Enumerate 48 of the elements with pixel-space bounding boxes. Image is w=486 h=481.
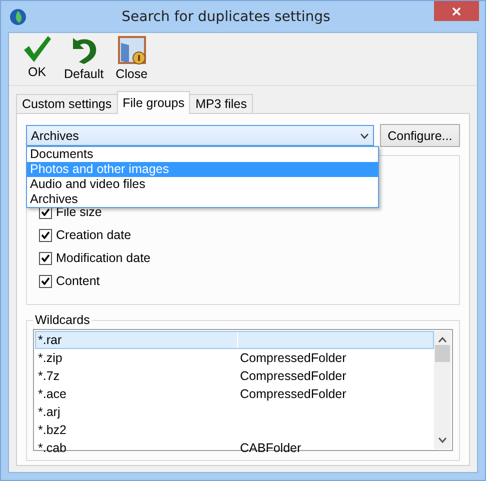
pattern-cell-text: *.ace bbox=[37, 386, 68, 402]
group-dropdown[interactable]: Archives bbox=[26, 125, 374, 146]
list-row[interactable]: *.ace CompressedFolder bbox=[35, 385, 434, 403]
toolbar-button[interactable]: Close bbox=[112, 35, 151, 85]
list-row[interactable]: *.zip CompressedFolder bbox=[35, 349, 434, 367]
door-icon bbox=[116, 35, 147, 65]
list-row[interactable]: *.rar bbox=[35, 331, 434, 349]
checkbox-label: Content bbox=[56, 274, 100, 288]
close-icon bbox=[452, 6, 461, 16]
pattern-cell: *.rar bbox=[36, 332, 238, 348]
checkbox-label: Modification date bbox=[56, 251, 151, 265]
type-cell-text: CompressedFolder bbox=[239, 350, 348, 366]
dropdown-value: Archives bbox=[31, 128, 80, 142]
list-row[interactable]: *.arj bbox=[35, 403, 434, 421]
pattern-cell-text: *.arj bbox=[37, 404, 62, 420]
chevron-up-icon bbox=[438, 337, 447, 343]
dropdown-option[interactable]: Documents bbox=[27, 147, 378, 162]
scrollbar[interactable] bbox=[434, 331, 451, 449]
tab[interactable]: File groups bbox=[116, 91, 190, 114]
checkbox[interactable] bbox=[39, 228, 52, 242]
pattern-cell-text: *.zip bbox=[37, 350, 64, 366]
toolbar-button[interactable]: Default bbox=[61, 35, 107, 85]
pattern-cell-text: *.cab bbox=[37, 440, 68, 456]
scroll-thumb[interactable] bbox=[435, 345, 450, 362]
type-cell-text: CompressedFolder bbox=[239, 386, 348, 402]
close-button[interactable] bbox=[434, 1, 479, 21]
group-title: Wildcards bbox=[34, 313, 91, 327]
toolbar-button[interactable]: OK bbox=[19, 35, 55, 85]
list-row[interactable]: *.cab CABFolder bbox=[35, 439, 434, 457]
dropdown-option[interactable]: Audio and video files bbox=[27, 177, 378, 192]
window-title: Search for duplicates settings bbox=[120, 8, 332, 24]
dropdown-option[interactable]: Archives bbox=[27, 192, 378, 207]
type-cell-text: CompressedFolder bbox=[239, 368, 348, 384]
list-row[interactable]: *.7z CompressedFolder bbox=[35, 367, 434, 385]
type-cell-text: CABFolder bbox=[239, 440, 302, 456]
chevron-down-icon bbox=[438, 437, 447, 443]
tab[interactable]: MP3 files bbox=[189, 94, 253, 114]
checkmark-icon bbox=[22, 35, 52, 63]
checkbox[interactable] bbox=[39, 274, 52, 288]
pattern-cell-text: *.7z bbox=[37, 368, 61, 384]
app-logo-icon bbox=[9, 8, 27, 26]
checkbox[interactable] bbox=[39, 252, 52, 264]
tab[interactable]: Custom settings bbox=[16, 94, 118, 114]
chevron-down-icon bbox=[360, 132, 369, 138]
checkbox-label: Creation date bbox=[56, 228, 132, 242]
pattern-cell-text: *.bz2 bbox=[37, 422, 68, 438]
list-row[interactable]: *.bz2 bbox=[35, 421, 434, 439]
configure-button[interactable]: Configure... bbox=[380, 124, 460, 147]
